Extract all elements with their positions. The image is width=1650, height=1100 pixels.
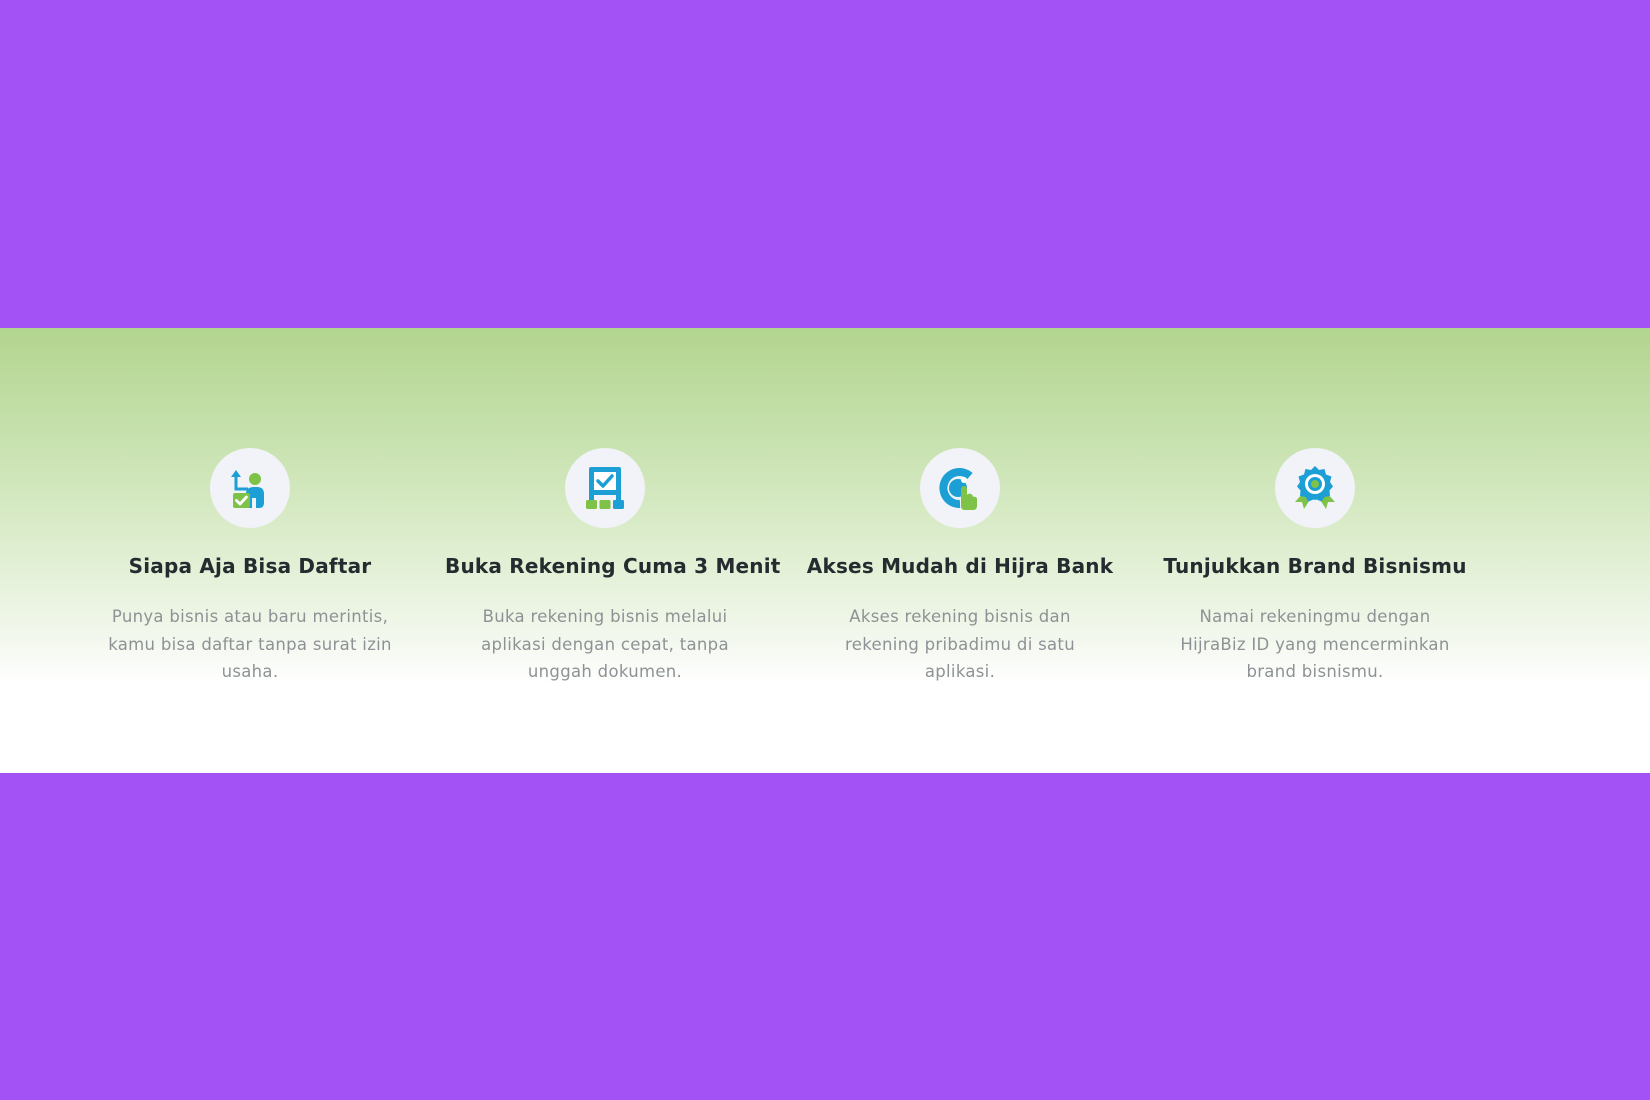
- feature-card-easy-access: Akses Mudah di Hijra Bank Akses rekening…: [800, 448, 1120, 686]
- features-section: Siapa Aja Bisa Daftar Punya bisnis atau …: [0, 328, 1650, 773]
- feature-title: Akses Mudah di Hijra Bank: [806, 554, 1114, 578]
- feature-card-open-account: Buka Rekening Cuma 3 Menit Buka rekening…: [445, 448, 781, 686]
- feature-description: Punya bisnis atau baru merintis, kamu bi…: [108, 607, 392, 681]
- feature-description: Namai rekeningmu dengan HijraBiz ID yang…: [1180, 607, 1450, 681]
- features-row: Siapa Aja Bisa Daftar Punya bisnis atau …: [0, 448, 1650, 728]
- badge-award-icon: [1295, 466, 1335, 509]
- feature-description: Akses rekening bisnis dan rekening priba…: [845, 607, 1075, 681]
- feature-title: Tunjukkan Brand Bisnismu: [1163, 554, 1467, 578]
- feature-title: Buka Rekening Cuma 3 Menit: [445, 554, 781, 578]
- feature-icon-container: [210, 448, 290, 528]
- feature-title: Siapa Aja Bisa Daftar: [128, 554, 372, 578]
- person-checklist-icon: [231, 470, 264, 508]
- feature-card-brand: Tunjukkan Brand Bisnismu Namai rekeningm…: [1155, 448, 1475, 686]
- feature-description: Buka rekening bisnis melalui aplikasi de…: [481, 607, 729, 681]
- tap-access-icon: [939, 468, 977, 510]
- feature-icon-container: [1275, 448, 1355, 528]
- feature-icon-container: [920, 448, 1000, 528]
- feature-card-register: Siapa Aja Bisa Daftar Punya bisnis atau …: [90, 448, 410, 686]
- checkbox-board-icon: [586, 467, 624, 509]
- feature-icon-container: [565, 448, 645, 528]
